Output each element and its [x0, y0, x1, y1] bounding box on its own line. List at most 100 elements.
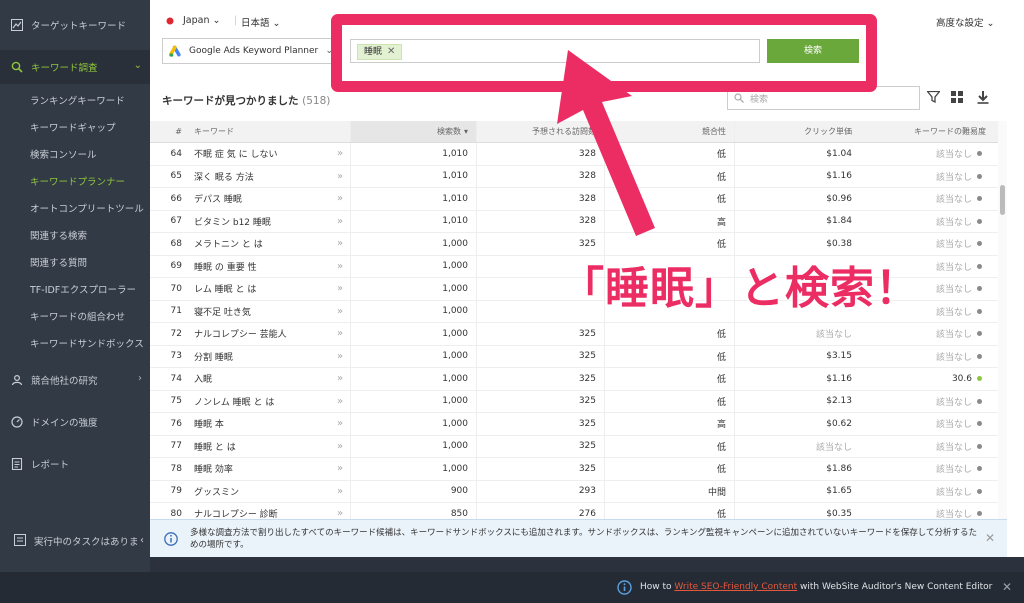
- sidebar-item-tfidf[interactable]: TF-IDFエクスプローラー: [0, 277, 150, 304]
- expand-arrow-icon[interactable]: »: [330, 278, 350, 300]
- sidebar-item-keyword-combos[interactable]: キーワードの組合わせ: [0, 304, 150, 331]
- sidebar: ターゲットキーワード キーワード調査 ⌄ ランキングキーワード キーワードギャッ…: [0, 0, 150, 572]
- sidebar-item-search-console[interactable]: 検索コンソール: [0, 142, 150, 169]
- running-tasks-status[interactable]: 実行中のタスクはありま: [0, 525, 150, 557]
- grid-view-icon[interactable]: [949, 88, 965, 106]
- close-icon[interactable]: ✕: [1002, 580, 1012, 594]
- sidebar-section-domain-strength[interactable]: ドメインの強度: [0, 405, 150, 439]
- expand-arrow-icon[interactable]: »: [330, 143, 350, 165]
- row-visits: 328: [476, 143, 604, 165]
- expand-arrow-icon[interactable]: »: [330, 368, 350, 390]
- row-keyword: 睡眠 の 重要 性: [194, 262, 257, 273]
- advanced-settings-button[interactable]: 高度な設定 ⌄: [936, 15, 995, 29]
- expand-arrow-icon[interactable]: »: [330, 391, 350, 413]
- sidebar-item-autocomplete[interactable]: オートコンプリートツール: [0, 196, 150, 223]
- close-icon[interactable]: ✕: [985, 531, 995, 545]
- download-icon[interactable]: [975, 88, 991, 106]
- row-volume: 1,000: [350, 458, 476, 480]
- row-competition: 低: [604, 323, 734, 345]
- expand-arrow-icon[interactable]: »: [330, 166, 350, 188]
- country-select[interactable]: Japan ⌄: [183, 15, 220, 26]
- row-difficulty-value: 該当なし: [935, 307, 972, 318]
- row-volume: 1,000: [350, 323, 476, 345]
- row-competition: 高: [604, 210, 734, 232]
- row-num: 70: [170, 283, 182, 294]
- row-visits: 325: [476, 368, 604, 390]
- header-volume[interactable]: 検索数 ▾: [350, 121, 476, 142]
- header-visits[interactable]: 予想される訪問数: [476, 121, 604, 142]
- sidebar-item-keyword-gap[interactable]: キーワードギャップ: [0, 115, 150, 142]
- sidebar-section-reports[interactable]: レポート: [0, 447, 150, 481]
- sidebar-section-competitor-research[interactable]: 競合他社の研究 ›: [0, 363, 150, 397]
- info-icon: [164, 531, 178, 550]
- expand-arrow-icon[interactable]: »: [330, 188, 350, 210]
- table-row[interactable]: 76 睡眠 本 1,000 325 高 $0.62 » 該当なし: [150, 413, 998, 436]
- sidebar-collapse-button[interactable]: ‹: [140, 535, 144, 546]
- row-num: 64: [170, 148, 182, 159]
- difficulty-dot-icon: [977, 286, 982, 292]
- header-cpc[interactable]: クリック単価: [734, 121, 860, 142]
- row-difficulty-value: 該当なし: [935, 330, 972, 341]
- sidebar-section-label: キーワード調査: [31, 63, 98, 74]
- filter-icon[interactable]: [925, 88, 941, 106]
- table-body: 64 不眠 症 気 に しない 1,010 328 低 $1.04» 該当なし 65 深く 眠る…: [150, 143, 998, 526]
- row-visits: 328: [476, 210, 604, 232]
- row-difficulty-value: 該当なし: [935, 420, 972, 431]
- sidebar-item-keyword-planner[interactable]: キーワードプランナー: [0, 169, 150, 196]
- table-header: # キーワード 検索数 ▾ 予想される訪問数 競合性 クリック単価 キーワードの難…: [150, 121, 998, 143]
- expand-arrow-icon[interactable]: »: [330, 233, 350, 255]
- table-row[interactable]: 77 睡眠 と は 1,000 325 低該当なし» 該当なし: [150, 435, 998, 458]
- difficulty-dot-icon: [977, 196, 982, 202]
- divider: |: [234, 15, 238, 26]
- expand-arrow-icon[interactable]: »: [330, 256, 350, 278]
- table-row[interactable]: 78 睡眠 効率 1,000 325 低 $1.86 » 該当なし: [150, 458, 998, 481]
- expand-arrow-icon[interactable]: »: [330, 211, 350, 233]
- row-difficulty: 該当なし: [860, 413, 994, 435]
- header-competition[interactable]: 競合性: [604, 121, 734, 142]
- table-row[interactable]: 67 ビタミン b12 睡眠 1,010 328 高 $1.84 » 該当なし: [150, 210, 998, 233]
- table-row[interactable]: 73 分割 睡眠 1,000 325 低 $3.15 » 該当なし: [150, 345, 998, 368]
- expand-arrow-icon[interactable]: »: [330, 413, 350, 435]
- sidebar-item-ranking-keywords[interactable]: ランキングキーワード: [0, 88, 150, 115]
- bottom-tip-link[interactable]: Write SEO-Friendly Content: [674, 582, 797, 592]
- source-label: Google Ads Keyword Planner: [189, 46, 319, 56]
- row-num: 69: [170, 261, 182, 272]
- expand-arrow-icon[interactable]: »: [330, 301, 350, 323]
- expand-arrow-icon[interactable]: »: [330, 481, 350, 503]
- row-keyword: 睡眠 本: [194, 420, 224, 431]
- row-num: 78: [170, 463, 182, 474]
- source-select[interactable]: Google Ads Keyword Planner ⌄: [162, 38, 340, 64]
- sidebar-item-related-questions[interactable]: 関連する質問: [0, 250, 150, 277]
- row-cpc: $2.13: [734, 390, 860, 412]
- row-difficulty-value: 該当なし: [935, 195, 972, 206]
- row-visits: 328: [476, 165, 604, 187]
- table-row[interactable]: 72 ナルコレプシー 芸能人 1,000 325 低該当なし» 該当なし: [150, 323, 998, 346]
- row-keyword: ノンレム 睡眠 と は: [194, 397, 275, 408]
- row-difficulty-value: 該当なし: [935, 285, 972, 296]
- sidebar-item-related-searches[interactable]: 関連する検索: [0, 223, 150, 250]
- table-scrollbar[interactable]: [998, 121, 1007, 519]
- row-cpc: $1.86: [734, 458, 860, 480]
- row-num: 66: [170, 193, 182, 204]
- table-row[interactable]: 65 深く 眠る 方法 1,010 328 低 $1.16 » 該当なし: [150, 165, 998, 188]
- row-visits: 325: [476, 413, 604, 435]
- chevron-down-icon: ⌄: [133, 60, 142, 71]
- table-row[interactable]: 75 ノンレム 睡眠 と は 1,000 325 低 $2.13 » 該当なし: [150, 390, 998, 413]
- table-row[interactable]: 64 不眠 症 気 に しない 1,010 328 低 $1.04 » 該当なし: [150, 143, 998, 166]
- table-row[interactable]: 66 デパス 睡眠 1,010 328 低 $0.96 » 該当なし: [150, 188, 998, 211]
- language-select[interactable]: 日本語 ⌄: [241, 15, 281, 29]
- expand-arrow-icon[interactable]: »: [330, 436, 350, 458]
- table-row[interactable]: 74 入眠 1,000 325 低 $1.16 » 30.6: [150, 368, 998, 391]
- header-difficulty[interactable]: キーワードの難易度: [860, 121, 994, 142]
- difficulty-dot-icon: [977, 421, 982, 427]
- sidebar-section-keyword-research[interactable]: キーワード調査 ⌄: [0, 50, 150, 84]
- expand-arrow-icon[interactable]: »: [330, 346, 350, 368]
- row-keyword: 分割 睡眠: [194, 352, 233, 363]
- sidebar-section-target-keywords[interactable]: ターゲットキーワード: [0, 8, 150, 42]
- table-row[interactable]: 79 グッスミン 900 293 中間 $1.65 » 該当なし: [150, 480, 998, 503]
- scrollbar-thumb[interactable]: [1000, 185, 1005, 215]
- expand-arrow-icon[interactable]: »: [330, 323, 350, 345]
- expand-arrow-icon[interactable]: »: [330, 458, 350, 480]
- header-keyword[interactable]: キーワード: [194, 121, 334, 142]
- sidebar-item-keyword-sandbox[interactable]: キーワードサンドボックス: [0, 331, 150, 358]
